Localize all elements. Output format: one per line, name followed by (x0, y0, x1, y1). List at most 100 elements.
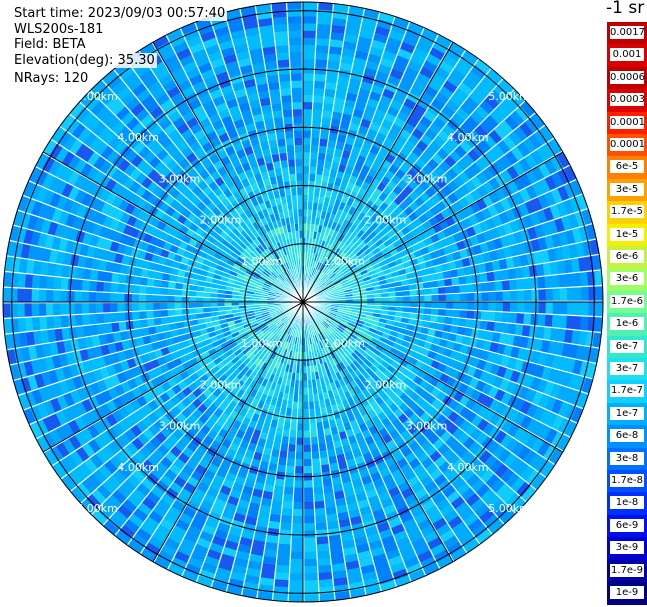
range-gate-cell (297, 409, 303, 417)
range-gate-cell (278, 66, 290, 75)
range-gate-cell (304, 573, 318, 581)
range-gate-cell (430, 308, 439, 316)
range-gate-cell (310, 437, 318, 445)
range-gate-cell (291, 187, 297, 196)
range-gate-cell (268, 81, 280, 91)
range-gate-cell (285, 138, 294, 146)
range-gate-cell (75, 267, 85, 279)
range-gate-cell (574, 302, 582, 316)
range-gate-cell (60, 315, 69, 328)
range-gate-cell (147, 326, 157, 335)
range-gate-cell (423, 308, 432, 315)
range-gate-cell (74, 314, 83, 326)
range-gate-cell (81, 280, 90, 291)
range-gate-cell (81, 291, 89, 302)
range-gate-cell (132, 276, 141, 285)
range-gate-cell (174, 295, 182, 302)
range-gate-cell (266, 535, 279, 544)
range-gate-cell (38, 303, 47, 316)
range-gate-cell (268, 139, 278, 149)
range-gate-cell (304, 516, 315, 524)
range-gate-cell (538, 302, 546, 314)
range-gate-cell (580, 316, 589, 331)
range-gate-cell (521, 266, 531, 278)
range-gate-cell (265, 542, 278, 551)
range-gate-cell (295, 459, 303, 467)
range-gate-cell (303, 144, 311, 153)
range-gate-cell (303, 44, 316, 53)
range-gate-cell (167, 288, 176, 296)
range-gate-cell (139, 319, 148, 328)
range-gate-cell (81, 303, 89, 314)
range-gate-cell (174, 302, 182, 309)
range-gate-cell (167, 302, 175, 310)
range-gate-cell (445, 294, 453, 302)
range-gate-cell (322, 478, 333, 487)
range-gate-cell (315, 522, 327, 531)
range-gate-cell (292, 202, 298, 210)
range-gate-cell (451, 277, 460, 286)
range-gate-cell (315, 52, 328, 61)
range-gate-cell (303, 59, 315, 67)
range-gate-cell (292, 523, 303, 531)
range-gate-cell (210, 302, 218, 307)
range-gate-cell (103, 313, 112, 323)
range-gate-cell (110, 282, 119, 293)
range-gate-cell (89, 280, 97, 292)
range-gate-cell (323, 96, 335, 105)
range-gate-cell (303, 30, 316, 38)
range-gate-cell (167, 295, 175, 302)
range-gate-cell (481, 292, 489, 302)
range-gate-cell (312, 116, 322, 125)
range-gate-cell (153, 294, 161, 302)
range-gate-cell (402, 290, 410, 297)
range-gate-cell (88, 291, 97, 302)
range-gate-cell (288, 444, 296, 452)
range-gate-cell (304, 537, 316, 545)
range-gate-cell (320, 457, 329, 466)
range-gate-cell (53, 303, 61, 316)
range-gate-cell (290, 558, 303, 567)
range-gate-cell (283, 493, 293, 502)
ppi-plot: 1.00km1.00km1.00km1.00km2.00km2.00km2.00… (2, 1, 604, 603)
range-gate-cell (131, 285, 140, 294)
range-gate-cell (75, 326, 85, 338)
range-gate-cell (314, 508, 326, 516)
range-gate-cell (303, 137, 311, 145)
range-gate-cell (324, 88, 336, 98)
range-gate-cell (595, 302, 603, 317)
range-gate-cell (279, 73, 291, 82)
range-gate-cell (466, 310, 475, 319)
range-gate-cell (288, 594, 303, 602)
range-gate-cell (290, 566, 303, 574)
range-gate-cell (524, 302, 532, 313)
range-gate-cell (275, 572, 289, 581)
range-gate-cell (311, 451, 320, 459)
range-gate-cell (459, 310, 468, 319)
range-gate-cell (452, 309, 460, 318)
range-gate-cell (316, 45, 329, 54)
range-gate-cell (24, 288, 32, 302)
range-gate-cell (17, 273, 26, 288)
range-gate-cell (316, 536, 329, 545)
range-gate-cell (572, 272, 582, 287)
range-gate-cell (537, 314, 546, 327)
range-gate-cell (133, 328, 143, 338)
range-gate-cell (97, 270, 106, 282)
range-gate-cell (110, 312, 119, 323)
range-gate-cell (188, 302, 196, 308)
range-gate-cell (317, 23, 331, 32)
range-gate-cell (153, 287, 161, 295)
range-gate-cell (286, 145, 295, 153)
range-gate-cell (181, 308, 190, 315)
range-gate-cell (303, 152, 311, 160)
range-gate-cell (293, 487, 303, 495)
range-gate-cell (53, 277, 62, 290)
range-gate-cell (110, 292, 118, 302)
range-gate-cell (282, 501, 293, 509)
range-gate-cell (559, 302, 568, 315)
range-gate-cell (516, 278, 525, 290)
range-gate-cell (324, 492, 335, 501)
range-gate-cell (431, 302, 439, 309)
range-gate-cell (524, 290, 532, 301)
